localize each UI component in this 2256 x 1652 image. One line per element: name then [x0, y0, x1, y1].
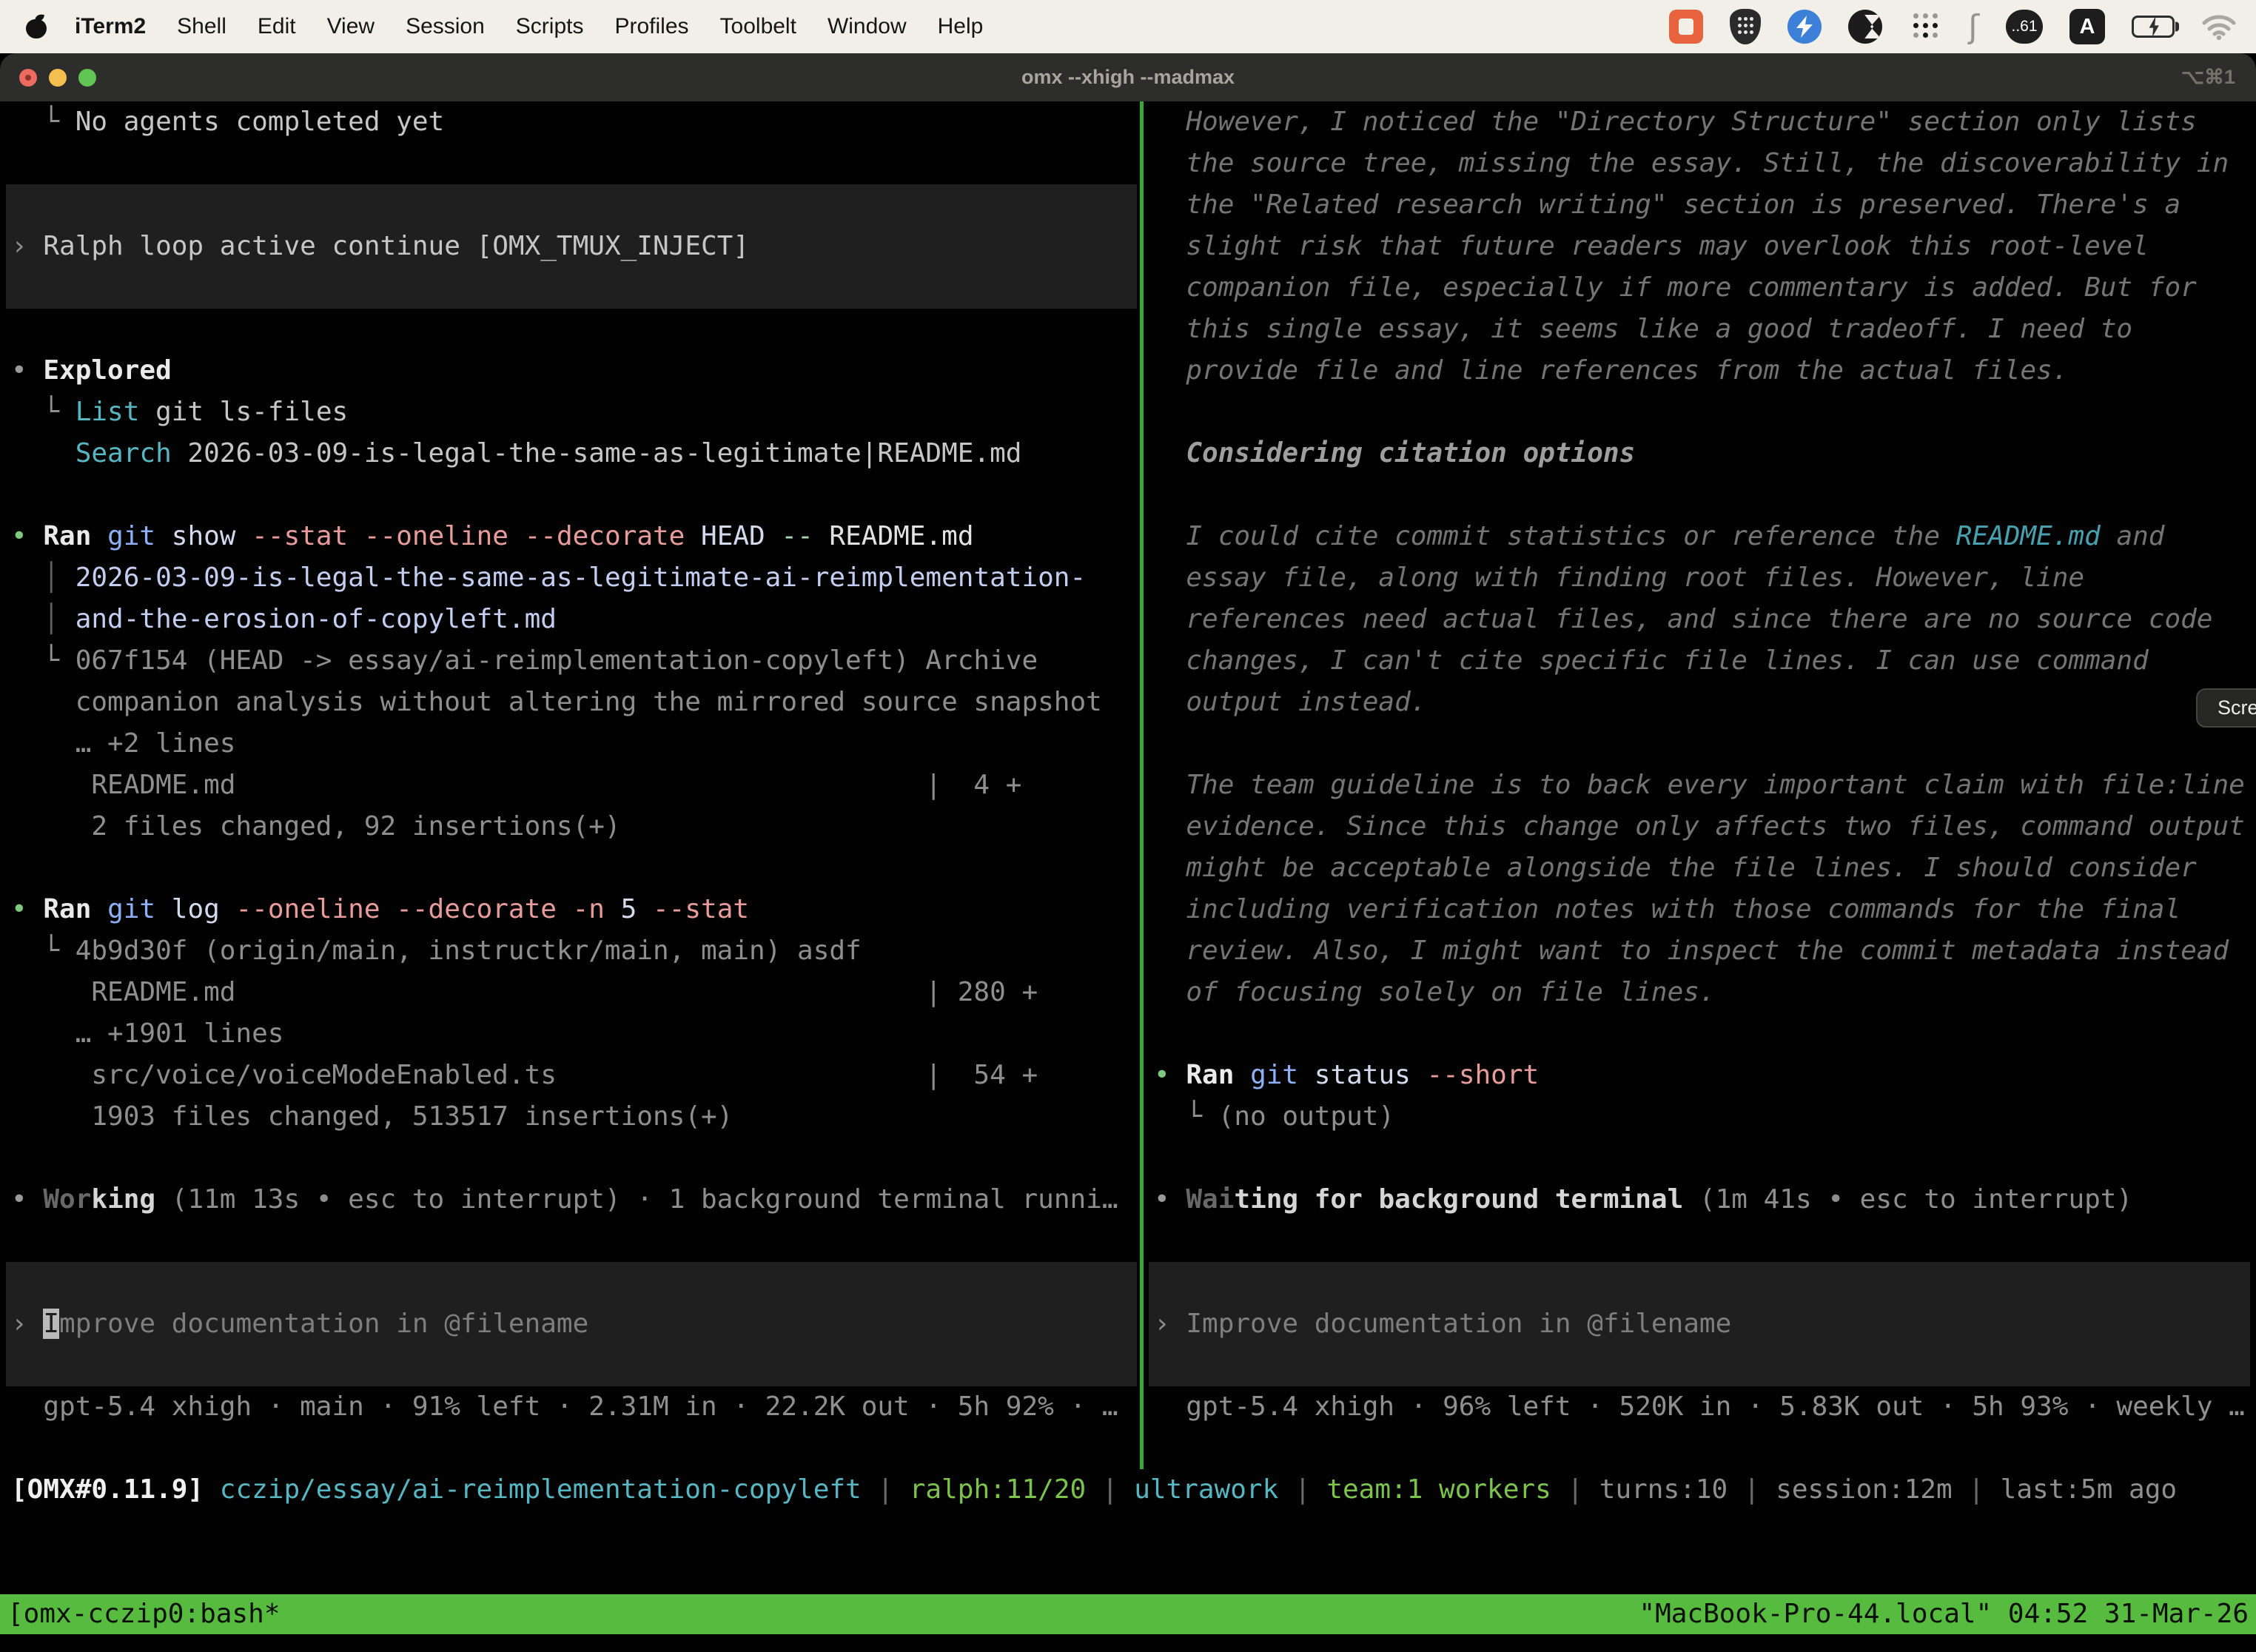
omx-status-bar: [OMX#0.11.9] cczip/essay/ai-reimplementa… — [0, 1469, 2256, 1511]
reasoning-heading: Considering citation options — [1149, 433, 2256, 474]
command-line-git-status: • Ran git status --short — [1149, 1055, 2256, 1096]
tmux-session-name: [omx-cczip0:bash* — [7, 1594, 280, 1634]
terminal: └ No agents completed yet › Ralph loop ac… — [0, 101, 2256, 1652]
output-line: 1903 files changed, 513517 insertions(+) — [0, 1096, 1140, 1138]
dark-crescent-icon[interactable] — [1848, 10, 1882, 44]
command-arg-line: │ 2026-03-09-is-legal-the-same-as-legiti… — [0, 557, 1140, 599]
screen-share-tab-label: Scre — [2218, 696, 2256, 719]
menu-item-iterm2[interactable]: iTerm2 — [59, 14, 161, 38]
output-line: README.md | 280 + — [0, 972, 1140, 1013]
menu-items: iTerm2ShellEditViewSessionScriptsProfile… — [59, 14, 998, 39]
text-cursor: I — [43, 1309, 59, 1339]
input-source-icon[interactable]: A — [2069, 9, 2105, 44]
reasoning-line: including verification notes with those … — [1149, 889, 2256, 930]
apple-logo-icon[interactable] — [25, 13, 47, 40]
model-status-line: gpt-5.4 xhigh · main · 91% left · 2.31M … — [0, 1386, 1140, 1428]
output-line: README.md | 4 + — [0, 765, 1140, 806]
menu-item-window[interactable]: Window — [812, 14, 922, 38]
chat-app-icon[interactable] — [1669, 10, 1703, 44]
window-title-bar[interactable]: omx --xhigh --madmax ⌥⌘1 — [0, 53, 2256, 101]
reasoning-line: provide file and line references from th… — [1149, 350, 2256, 392]
menu-item-view[interactable]: View — [312, 14, 390, 38]
reasoning-line: of focusing solely on file lines. — [1149, 972, 2256, 1013]
wifi-icon[interactable] — [2201, 13, 2237, 40]
dots-grid-icon[interactable] — [1909, 10, 1941, 43]
timer-badge-icon[interactable]: ..61 — [2006, 10, 2043, 44]
output-line: companion analysis without altering the … — [0, 682, 1140, 723]
terminal-pane-right: However, I noticed the "Directory Struct… — [1149, 101, 2256, 1469]
command-line-git-log: • Ran git log --oneline --decorate -n 5 … — [0, 889, 1140, 930]
menu-item-session[interactable]: Session — [390, 14, 500, 38]
hook-icon[interactable]: ʃ — [1968, 8, 1979, 46]
working-spinner-line: • Working (11m 13s • esc to interrupt) ·… — [0, 1179, 1140, 1220]
reasoning-line: changes, I can't cite specific file line… — [1149, 640, 2256, 682]
output-line: └ 4b9d30f (origin/main, instructkr/main,… — [0, 930, 1140, 972]
waiting-spinner-line: • Waiting for background terminal (1m 41… — [1149, 1179, 2256, 1220]
reasoning-line: essay file, along with finding root file… — [1149, 557, 2256, 599]
explored-search-line: Search 2026-03-09-is-legal-the-same-as-l… — [0, 433, 1140, 474]
explored-list-line: └ List git ls-files — [0, 392, 1140, 433]
reasoning-line: I could cite commit statistics or refere… — [1149, 516, 2256, 557]
menu-left: iTerm2ShellEditViewSessionScriptsProfile… — [19, 13, 998, 40]
prompt-input[interactable]: › Improve documentation in @filename — [0, 1303, 1140, 1345]
menu-item-profiles[interactable]: Profiles — [599, 14, 704, 38]
reasoning-line: However, I noticed the "Directory Struct… — [1149, 101, 2256, 143]
battery-icon[interactable] — [2132, 16, 2175, 38]
menu-item-scripts[interactable]: Scripts — [500, 14, 600, 38]
output-line: 2 files changed, 92 insertions(+) — [0, 806, 1140, 847]
reasoning-line: output instead. — [1149, 682, 2256, 723]
shield-grid-icon[interactable] — [1730, 9, 1761, 44]
output-line: … +1901 lines — [0, 1013, 1140, 1055]
reasoning-line: The team guideline is to back every impo… — [1149, 765, 2256, 806]
pane-divider[interactable] — [1140, 101, 1144, 1469]
reasoning-line: slight risk that future readers may over… — [1149, 226, 2256, 267]
output-line: … +2 lines — [0, 723, 1140, 765]
blue-bolt-icon[interactable] — [1787, 10, 1822, 44]
command-line-git-show: • Ran git show --stat --oneline --decora… — [0, 516, 1140, 557]
menu-item-toolbelt[interactable]: Toolbelt — [705, 14, 812, 38]
output-line: └ 067f154 (HEAD -> essay/ai-reimplementa… — [0, 640, 1140, 682]
menu-item-shell[interactable]: Shell — [161, 14, 242, 38]
reasoning-line: the "Related research writing" section i… — [1149, 184, 2256, 226]
reasoning-line: review. Also, I might want to inspect th… — [1149, 930, 2256, 972]
command-arg-line: │ and-the-erosion-of-copyleft.md — [0, 599, 1140, 640]
reasoning-line: companion file, especially if more comme… — [1149, 267, 2256, 309]
reasoning-line: evidence. Since this change only affects… — [1149, 806, 2256, 847]
window-shortcut-badge: ⌥⌘1 — [2181, 53, 2235, 101]
prompt-input[interactable]: › Improve documentation in @filename — [1149, 1303, 2256, 1345]
tmux-host-clock: "MacBook-Pro-44.local" 04:52 31-Mar-26 — [1639, 1594, 2249, 1634]
inject-banner-line: › Ralph loop active continue [OMX_TMUX_I… — [0, 226, 1140, 267]
menu-item-help[interactable]: Help — [922, 14, 999, 38]
output-line: └ (no output) — [1149, 1096, 2256, 1138]
menu-status-icons: ʃ ..61 A — [1669, 8, 2237, 46]
desktop: iTerm2ShellEditViewSessionScriptsProfile… — [0, 0, 2256, 1652]
agents-status-line: └ No agents completed yet — [0, 101, 1140, 143]
screen-share-tab[interactable]: Scre — [2196, 688, 2256, 728]
terminal-pane-left: └ No agents completed yet › Ralph loop ac… — [0, 101, 1140, 1469]
menu-bar: iTerm2ShellEditViewSessionScriptsProfile… — [0, 0, 2256, 53]
reasoning-line: the source tree, missing the essay. Stil… — [1149, 143, 2256, 184]
output-line: src/voice/voiceModeEnabled.ts | 54 + — [0, 1055, 1140, 1096]
tmux-status-bar: [omx-cczip0:bash* "MacBook-Pro-44.local"… — [0, 1594, 2256, 1634]
model-status-line: gpt-5.4 xhigh · 96% left · 520K in · 5.8… — [1149, 1386, 2256, 1428]
explored-header-line: • Explored — [0, 350, 1140, 392]
menu-item-edit[interactable]: Edit — [242, 14, 312, 38]
reasoning-line: references need actual files, and since … — [1149, 599, 2256, 640]
reasoning-line: might be acceptable alongside the file l… — [1149, 847, 2256, 889]
reasoning-line: this single essay, it seems like a good … — [1149, 309, 2256, 350]
window-title: omx --xhigh --madmax — [0, 53, 2256, 101]
